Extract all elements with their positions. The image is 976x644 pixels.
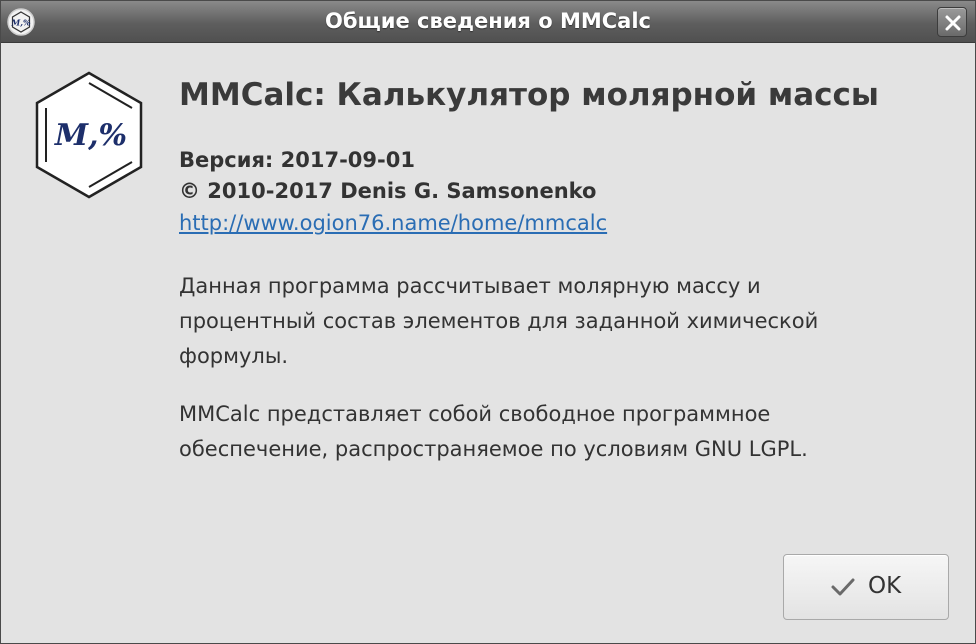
version-line: Версия: 2017-09-01 [179, 148, 415, 172]
description-line: Данная программа рассчитывает молярную м… [179, 274, 761, 298]
ok-button[interactable]: OK [783, 554, 949, 620]
logo-text: M,% [54, 118, 127, 153]
close-icon [945, 15, 961, 31]
app-title: MMCalc: Калькулятор молярной массы [179, 77, 879, 113]
license-text: MMCalc представляет собой свободное прог… [179, 397, 939, 467]
description-line: процентный состав элементов для заданной… [179, 309, 819, 333]
homepage-link[interactable]: http://www.ogion76.name/home/mmcalc [179, 207, 607, 239]
ok-button-label: OK [868, 573, 902, 599]
about-dialog: M,% Общие сведения о MMCalc M,% MMCalc: … [0, 0, 976, 644]
license-line: обеспечение, распространяемое по условия… [179, 437, 808, 461]
copyright-line: © 2010-2017 Denis G. Samsonenko [179, 179, 597, 203]
check-icon [831, 578, 855, 596]
close-button[interactable] [937, 7, 967, 37]
description-text: Данная программа рассчитывает молярную м… [179, 269, 939, 374]
description-line: формулы. [179, 344, 289, 368]
license-line: MMCalc представляет собой свободное прог… [179, 402, 771, 426]
window-title: Общие сведения о MMCalc [325, 9, 651, 33]
title-bar[interactable]: M,% Общие сведения о MMCalc [1, 1, 975, 43]
about-content: MMCalc: Калькулятор молярной массы Верси… [179, 73, 959, 467]
version-info: Версия: 2017-09-01 © 2010-2017 Denis G. … [179, 145, 959, 239]
app-logo: M,% [33, 69, 145, 201]
